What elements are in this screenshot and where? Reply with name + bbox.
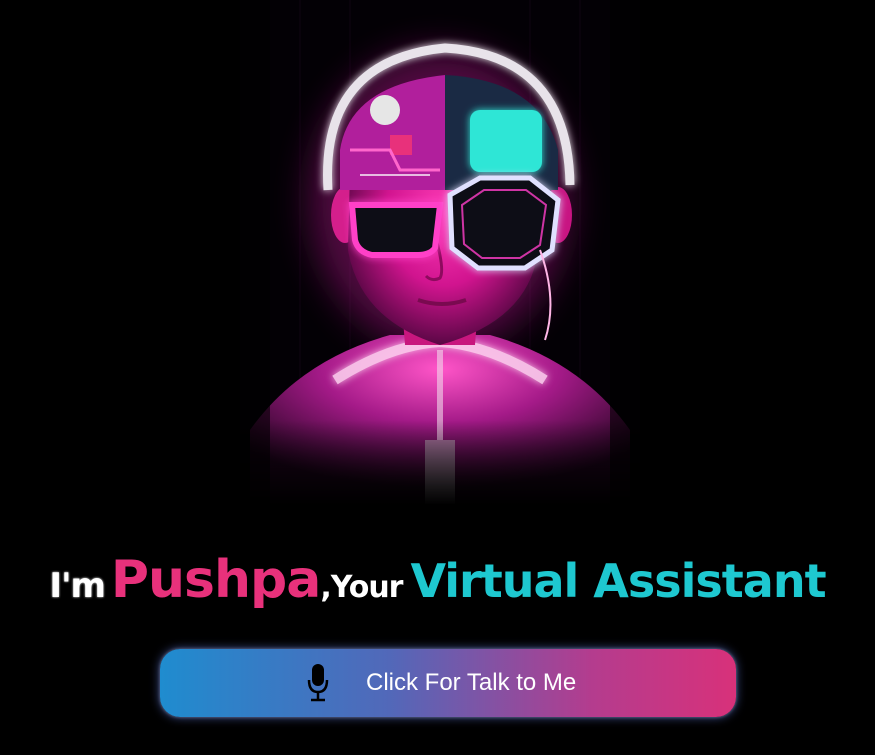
talk-button-label: Click For Talk to Me [366,669,577,696]
microphone-icon [307,664,329,702]
page-title: I'm Pushpa,Your Virtual Assistant [0,545,875,627]
page: I'm Pushpa,Your Virtual Assistant Click Fo… [0,0,875,755]
avatar-image [240,0,640,505]
title-virtual-assistant: Virtual Assistant [410,554,826,608]
title-assistant-name: Pushpa [110,550,321,610]
talk-button[interactable]: Click For Talk to Me [160,649,736,717]
title-your: ,Your [320,570,403,605]
title-im: I'm [49,566,105,606]
cyberpunk-avatar-icon [240,0,640,505]
